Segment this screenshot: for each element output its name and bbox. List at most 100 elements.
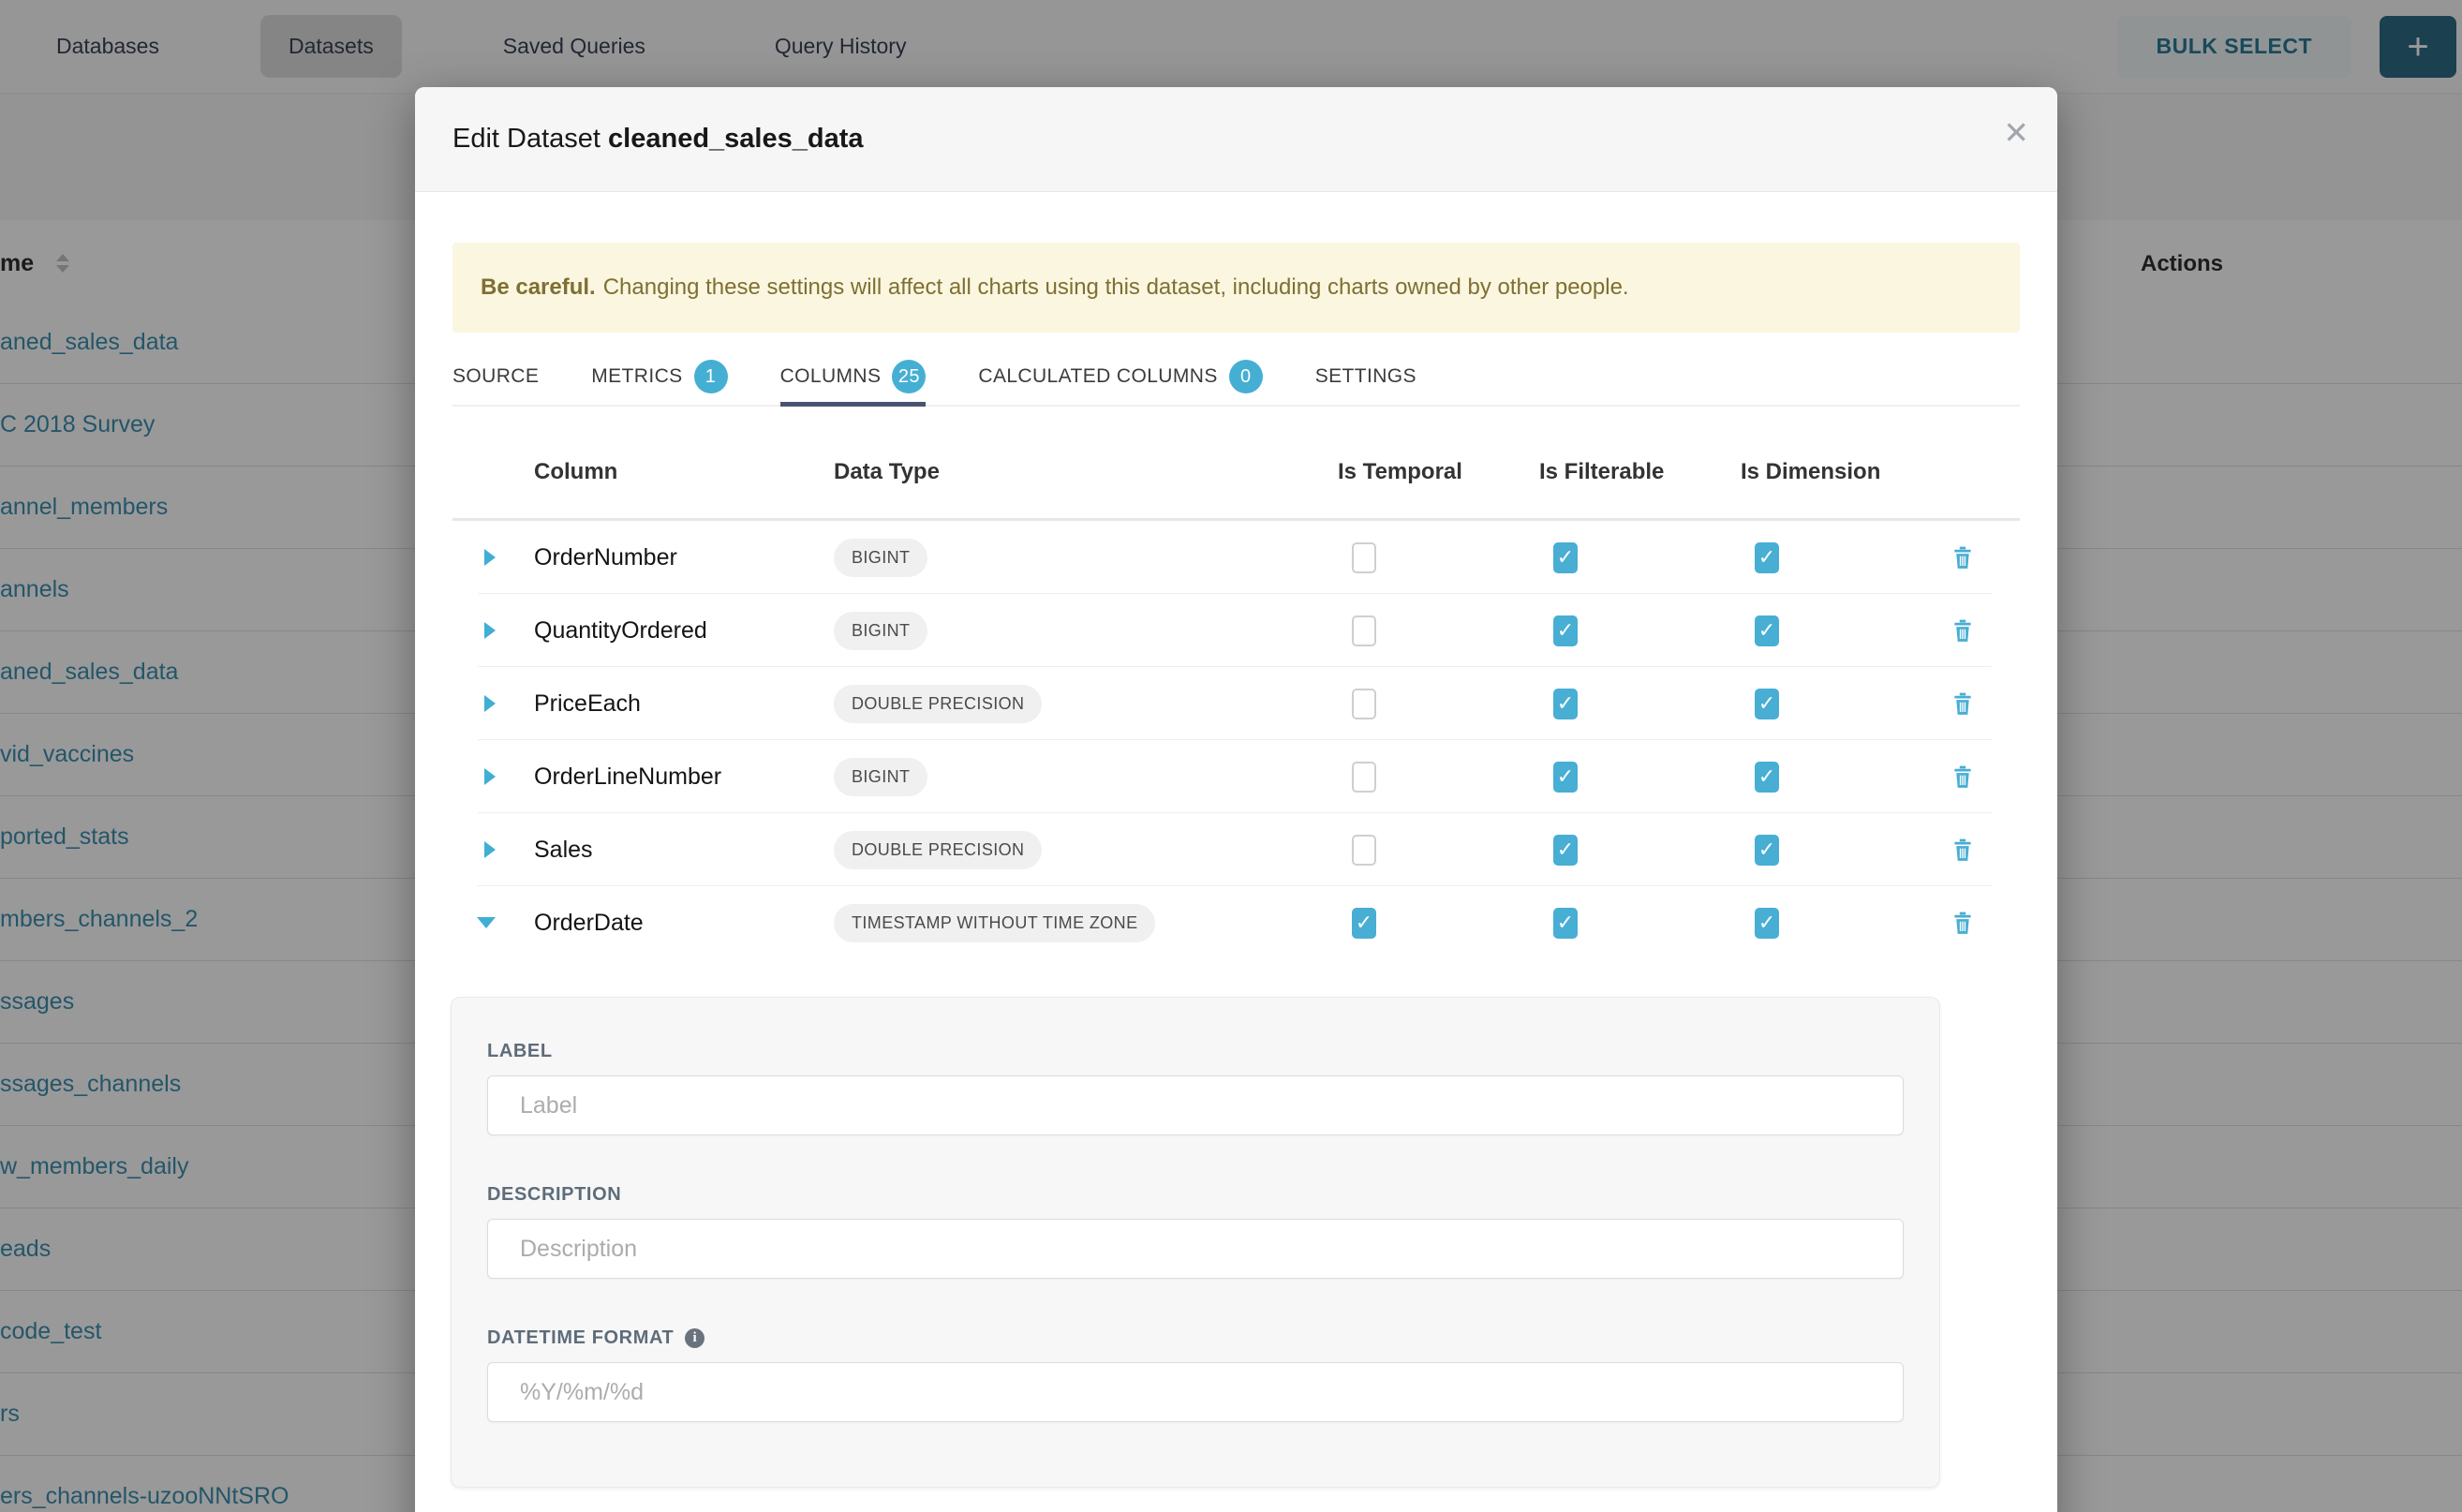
description-heading: DESCRIPTION [487,1184,1904,1206]
modal-body: Be careful. Changing these settings will… [415,243,2057,1488]
header-data-type: Data Type [797,459,1301,485]
column-name: Sales [504,837,797,864]
is-filterable-checkbox[interactable] [1553,908,1578,939]
is-temporal-checkbox-cell [1301,908,1503,939]
is-filterable-checkbox-cell [1503,835,1704,866]
columns-table-header: Column Data Type Is Temporal Is Filterab… [452,407,2020,521]
column-row-Sales: Sales DOUBLE PRECISION [452,813,2020,886]
modal-tabs: SOURCE METRICS 1 COLUMNS25 CALCULATED COLUMN… [452,348,2020,407]
data-type-cell: BIGINT [797,758,1301,796]
delete-column-cell [1906,764,2020,790]
column-name: OrderDate [504,910,797,937]
header-is-filterable: Is Filterable [1503,459,1704,485]
is-temporal-checkbox[interactable] [1352,542,1376,573]
header-is-temporal: Is Temporal [1301,459,1503,485]
description-field-group: DESCRIPTION [487,1184,1904,1279]
is-temporal-checkbox[interactable] [1352,835,1376,866]
is-temporal-checkbox-cell [1301,615,1503,646]
warning-banner-text: Changing these settings will affect all … [603,274,1629,301]
is-filterable-checkbox[interactable] [1553,835,1578,866]
delete-icon[interactable] [1950,911,1975,936]
header-column: Column [504,459,797,485]
is-temporal-checkbox-cell [1301,689,1503,719]
is-dimension-checkbox[interactable] [1755,542,1779,573]
modal-title: Edit Dataset cleaned_sales_data [452,124,864,155]
label-field-group: LABEL [487,1041,1904,1135]
is-dimension-checkbox[interactable] [1755,689,1779,719]
tab-calculated-columns[interactable]: CALCULATED COLUMNS0 [978,348,1262,405]
column-name: PriceEach [504,690,797,718]
collapse-caret-icon[interactable] [477,917,496,928]
data-type-cell: BIGINT [797,612,1301,650]
data-type-pill: BIGINT [834,758,927,796]
tab-label: METRICS [591,365,682,388]
description-input[interactable] [487,1219,1904,1279]
datetime-format-input[interactable] [487,1362,1904,1422]
delete-icon[interactable] [1950,545,1975,571]
datetime-format-field-group: DATETIME FORMAT i [487,1327,1904,1422]
is-temporal-checkbox[interactable] [1352,908,1376,939]
expand-caret-icon[interactable] [484,549,496,566]
warning-banner: Be careful. Changing these settings will… [452,243,2020,333]
delete-icon[interactable] [1950,838,1975,863]
is-dimension-checkbox-cell [1704,908,1906,939]
expand-caret-icon[interactable] [484,768,496,785]
tab-label: CALCULATED COLUMNS [978,365,1217,388]
is-dimension-checkbox[interactable] [1755,615,1779,646]
column-row-OrderDate: OrderDateTIMESTAMP WITHOUT TIME ZONE [452,886,2020,959]
modal-title-prefix: Edit Dataset [452,124,601,154]
is-dimension-checkbox[interactable] [1755,762,1779,793]
modal-header: Edit Dataset cleaned_sales_data ✕ [415,87,2057,192]
expand-caret-icon[interactable] [484,841,496,858]
tab-source[interactable]: SOURCE [452,348,539,405]
column-row-OrderNumber: OrderNumber BIGINT [452,521,2020,594]
is-filterable-checkbox-cell [1503,908,1704,939]
delete-column-cell [1906,545,2020,571]
is-temporal-checkbox[interactable] [1352,762,1376,793]
expand-caret-icon[interactable] [484,695,496,712]
data-type-cell: DOUBLE PRECISION [797,831,1301,869]
app-root: Databases Datasets Saved Queries Query H… [0,0,2462,1512]
delete-icon[interactable] [1950,618,1975,644]
data-type-pill: DOUBLE PRECISION [834,831,1042,869]
is-dimension-checkbox-cell [1704,689,1906,719]
is-filterable-checkbox[interactable] [1553,689,1578,719]
data-type-cell: TIMESTAMP WITHOUT TIME ZONE [797,904,1301,942]
column-name: OrderNumber [504,544,797,571]
is-filterable-checkbox[interactable] [1553,542,1578,573]
is-temporal-checkbox[interactable] [1352,615,1376,646]
is-temporal-checkbox-cell [1301,835,1503,866]
is-filterable-checkbox-cell [1503,542,1704,573]
delete-icon[interactable] [1950,691,1975,717]
delete-column-cell [1906,838,2020,863]
delete-column-cell [1906,911,2020,936]
delete-column-cell [1906,618,2020,644]
column-name: QuantityOrdered [504,617,797,645]
is-dimension-checkbox-cell [1704,762,1906,793]
tab-metrics[interactable]: METRICS 1 [591,348,727,405]
is-filterable-checkbox-cell [1503,762,1704,793]
tab-count-badge: 25 [892,360,926,393]
data-type-pill: BIGINT [834,612,927,650]
data-type-pill: DOUBLE PRECISION [834,685,1042,723]
tab-columns[interactable]: COLUMNS25 [780,348,927,405]
tab-label: SOURCE [452,365,539,388]
is-filterable-checkbox[interactable] [1553,762,1578,793]
is-filterable-checkbox[interactable] [1553,615,1578,646]
tab-settings[interactable]: SETTINGS [1315,348,1416,405]
close-icon[interactable]: ✕ [2003,117,2029,148]
is-temporal-checkbox[interactable] [1352,689,1376,719]
is-dimension-checkbox[interactable] [1755,835,1779,866]
tab-count-badge: 1 [694,360,728,393]
is-dimension-checkbox-cell [1704,835,1906,866]
datetime-format-heading-text: DATETIME FORMAT [487,1327,674,1349]
delete-icon[interactable] [1950,764,1975,790]
is-dimension-checkbox[interactable] [1755,908,1779,939]
edit-dataset-modal: Edit Dataset cleaned_sales_data ✕ Be car… [415,87,2057,1512]
info-icon[interactable]: i [685,1328,704,1348]
is-temporal-checkbox-cell [1301,762,1503,793]
label-input[interactable] [487,1075,1904,1135]
data-type-pill: BIGINT [834,539,927,577]
is-filterable-checkbox-cell [1503,615,1704,646]
expand-caret-icon[interactable] [484,622,496,639]
